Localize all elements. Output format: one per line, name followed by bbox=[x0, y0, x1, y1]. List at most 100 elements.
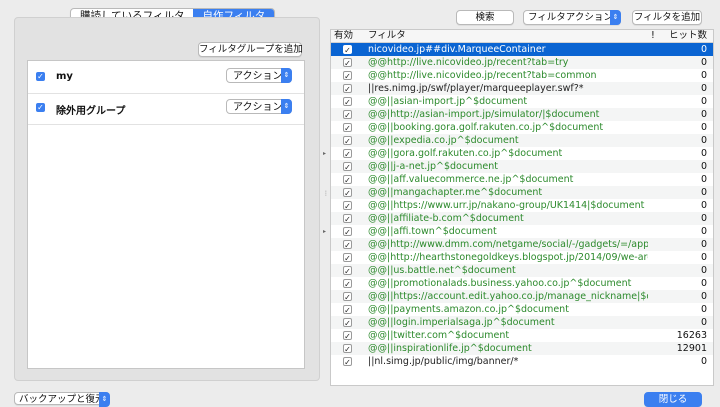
filter-enabled-checkbox[interactable]: ✓ bbox=[343, 292, 352, 302]
filter-enabled-checkbox[interactable]: ✓ bbox=[343, 240, 352, 250]
filter-enabled-checkbox[interactable]: ✓ bbox=[343, 175, 352, 185]
filter-enabled-checkbox[interactable]: ✓ bbox=[343, 344, 352, 354]
table-row[interactable]: ✓ @@||us.battle.net^$document 0 bbox=[331, 264, 713, 277]
group-name: 除外用グループ bbox=[56, 106, 126, 117]
table-row[interactable]: ✓ @@||inspirationlife.jp^$document 12901 bbox=[331, 342, 713, 355]
column-header-hits[interactable]: ヒット数 bbox=[669, 30, 707, 42]
hit-count: 12901 bbox=[676, 343, 707, 354]
table-row[interactable]: ✓ @@||aff.valuecommerce.ne.jp^$document 0 bbox=[331, 173, 713, 186]
table-row[interactable]: ✓ @@|http://www.dmm.com/netgame/social/-/… bbox=[331, 238, 713, 251]
hit-count: 0 bbox=[700, 278, 707, 289]
divider-grip-icon: ⋮ bbox=[323, 190, 329, 197]
filter-rule-text: @@http://live.nicovideo.jp/recent?tab=co… bbox=[368, 70, 597, 81]
filter-rule-text: @@|http://hearthstonegoldkeys.blogspot.j… bbox=[368, 252, 648, 263]
hit-count: 0 bbox=[700, 161, 707, 172]
hit-count: 0 bbox=[700, 44, 707, 55]
table-row[interactable]: ✓ @@||expedia.co.jp^$document 0 bbox=[331, 134, 713, 147]
filter-rule-text: @@||payments.amazon.co.jp^$document bbox=[368, 304, 569, 315]
hit-count: 0 bbox=[700, 122, 707, 133]
filter-enabled-checkbox[interactable]: ✓ bbox=[343, 214, 352, 224]
filter-rule-text: @@||expedia.co.jp^$document bbox=[368, 135, 519, 146]
group-enabled-checkbox[interactable]: ✓ bbox=[36, 103, 45, 112]
group-action-popup[interactable]: アクション ⇕ bbox=[226, 68, 292, 83]
column-header-filter[interactable]: フィルタ bbox=[368, 30, 406, 42]
filter-rule-text: ||nl.simg.jp/public/img/banner/* bbox=[368, 356, 519, 367]
hit-count: 0 bbox=[700, 174, 707, 185]
filter-rule-text: @@||https://account.edit.yahoo.co.jp/man… bbox=[368, 291, 648, 302]
backup-restore-popup[interactable]: バックアップと復元 ⇕ bbox=[14, 392, 110, 407]
filter-enabled-checkbox[interactable]: ✓ bbox=[343, 201, 352, 211]
hit-count: 0 bbox=[700, 70, 707, 81]
filter-enabled-checkbox[interactable]: ✓ bbox=[343, 123, 352, 133]
filter-enabled-checkbox[interactable]: ✓ bbox=[343, 149, 352, 159]
filter-enabled-checkbox[interactable]: ✓ bbox=[343, 136, 352, 146]
table-row[interactable]: ✓ @@||login.imperialsaga.jp^$document 0 bbox=[331, 316, 713, 329]
filter-rule-text: @@||https://www.urr.jp/nakano-group/UK14… bbox=[368, 200, 645, 211]
table-row[interactable]: ✓ @@http://live.nicovideo.jp/recent?tab=c… bbox=[331, 69, 713, 82]
filter-rule-text: @@http://live.nicovideo.jp/recent?tab=tr… bbox=[368, 57, 569, 68]
hit-count: 0 bbox=[700, 317, 707, 328]
filter-enabled-checkbox[interactable]: ✓ bbox=[343, 45, 352, 55]
filter-enabled-checkbox[interactable]: ✓ bbox=[343, 357, 352, 367]
filter-rule-text: @@||j-a-net.jp^$document bbox=[368, 161, 498, 172]
table-row[interactable]: ✓ @@||payments.amazon.co.jp^$document 0 bbox=[331, 303, 713, 316]
table-row[interactable]: ✓ @@||promotionalads.business.yahoo.co.jp… bbox=[331, 277, 713, 290]
filter-enabled-checkbox[interactable]: ✓ bbox=[343, 58, 352, 68]
filter-enabled-checkbox[interactable]: ✓ bbox=[343, 110, 352, 120]
hit-count: 0 bbox=[700, 57, 707, 68]
divider-arrow-icon: ▸ bbox=[323, 150, 327, 157]
filter-enabled-checkbox[interactable]: ✓ bbox=[343, 227, 352, 237]
table-row[interactable]: ✓ @@||gora.golf.rakuten.co.jp^$document 0 bbox=[331, 147, 713, 160]
group-enabled-checkbox[interactable]: ✓ bbox=[36, 72, 45, 81]
filter-action-popup[interactable]: フィルタアクション ⇕ bbox=[523, 10, 621, 25]
table-row[interactable]: ✓ @@|http://asian-import.jp/simulator/|$d… bbox=[331, 108, 713, 121]
table-row[interactable]: ✓ @@||booking.gora.golf.rakuten.co.jp^$do… bbox=[331, 121, 713, 134]
filter-enabled-checkbox[interactable]: ✓ bbox=[343, 331, 352, 341]
chevron-updown-icon: ⇕ bbox=[610, 10, 621, 25]
hit-count: 0 bbox=[700, 265, 707, 276]
filter-rule-text: @@||asian-import.jp^$document bbox=[368, 96, 528, 107]
table-row[interactable]: ✓ @@||mangachapter.me^$document 0 bbox=[331, 186, 713, 199]
filter-enabled-checkbox[interactable]: ✓ bbox=[343, 84, 352, 94]
filter-enabled-checkbox[interactable]: ✓ bbox=[343, 97, 352, 107]
table-row[interactable]: ✓ @@||affiliate-b.com^$document 0 bbox=[331, 212, 713, 225]
filter-enabled-checkbox[interactable]: ✓ bbox=[343, 318, 352, 328]
filter-rule-text: @@|http://asian-import.jp/simulator/|$do… bbox=[368, 109, 600, 120]
table-row[interactable]: ✓ @@||https://account.edit.yahoo.co.jp/ma… bbox=[331, 290, 713, 303]
table-row[interactable]: ✓ @@||asian-import.jp^$document 0 bbox=[331, 95, 713, 108]
split-view-divider[interactable]: ▸ ⋮ ▸ bbox=[323, 150, 329, 240]
table-row[interactable]: ✓ @@||twitter.com^$document 16263 bbox=[331, 329, 713, 342]
chevron-updown-icon: ⇕ bbox=[281, 99, 292, 114]
table-row[interactable]: ✓ @@http://live.nicovideo.jp/recent?tab=t… bbox=[331, 56, 713, 69]
table-row[interactable]: ✓ ||res.nimg.jp/swf/player/marqueeplayer.… bbox=[331, 82, 713, 95]
filter-enabled-checkbox[interactable]: ✓ bbox=[343, 71, 352, 81]
group-row-my[interactable]: ✓ my アクション ⇕ bbox=[28, 61, 304, 94]
filter-enabled-checkbox[interactable]: ✓ bbox=[343, 162, 352, 172]
filter-rule-text: @@|http://www.dmm.com/netgame/social/-/g… bbox=[368, 239, 648, 250]
column-header-enabled[interactable]: 有効 bbox=[334, 30, 353, 42]
hit-count: 0 bbox=[700, 356, 707, 367]
hit-count: 0 bbox=[700, 239, 707, 250]
filter-enabled-checkbox[interactable]: ✓ bbox=[343, 279, 352, 289]
group-row-exclude[interactable]: ✓ 除外用グループ アクション ⇕ bbox=[28, 92, 304, 125]
add-filter-button[interactable]: フィルタを追加 bbox=[632, 10, 702, 25]
hit-count: 0 bbox=[700, 291, 707, 302]
filter-enabled-checkbox[interactable]: ✓ bbox=[343, 253, 352, 263]
add-filter-group-button[interactable]: フィルタグループを追加 bbox=[198, 42, 303, 57]
column-header-flag[interactable]: ! bbox=[651, 30, 655, 42]
search-button[interactable]: 検索 bbox=[456, 10, 514, 25]
group-action-popup[interactable]: アクション ⇕ bbox=[226, 99, 292, 114]
filter-rule-text: nicovideo.jp##div.MarqueeContainer bbox=[368, 44, 546, 55]
filter-enabled-checkbox[interactable]: ✓ bbox=[343, 188, 352, 198]
filter-table: 有効 フィルタ ! ヒット数 ✓ nicovideo.jp##div.Marque… bbox=[330, 29, 714, 386]
table-row[interactable]: ✓ nicovideo.jp##div.MarqueeContainer 0 bbox=[331, 43, 713, 56]
hit-count: 0 bbox=[700, 83, 707, 94]
table-row[interactable]: ✓ @@||https://www.urr.jp/nakano-group/UK1… bbox=[331, 199, 713, 212]
table-row[interactable]: ✓ @@||affi.town^$document 0 bbox=[331, 225, 713, 238]
table-row[interactable]: ✓ ||nl.simg.jp/public/img/banner/* 0 bbox=[331, 355, 713, 368]
table-row[interactable]: ✓ @@||j-a-net.jp^$document 0 bbox=[331, 160, 713, 173]
filter-enabled-checkbox[interactable]: ✓ bbox=[343, 266, 352, 276]
filter-enabled-checkbox[interactable]: ✓ bbox=[343, 305, 352, 315]
hit-count: 0 bbox=[700, 200, 707, 211]
table-row[interactable]: ✓ @@|http://hearthstonegoldkeys.blogspot.… bbox=[331, 251, 713, 264]
